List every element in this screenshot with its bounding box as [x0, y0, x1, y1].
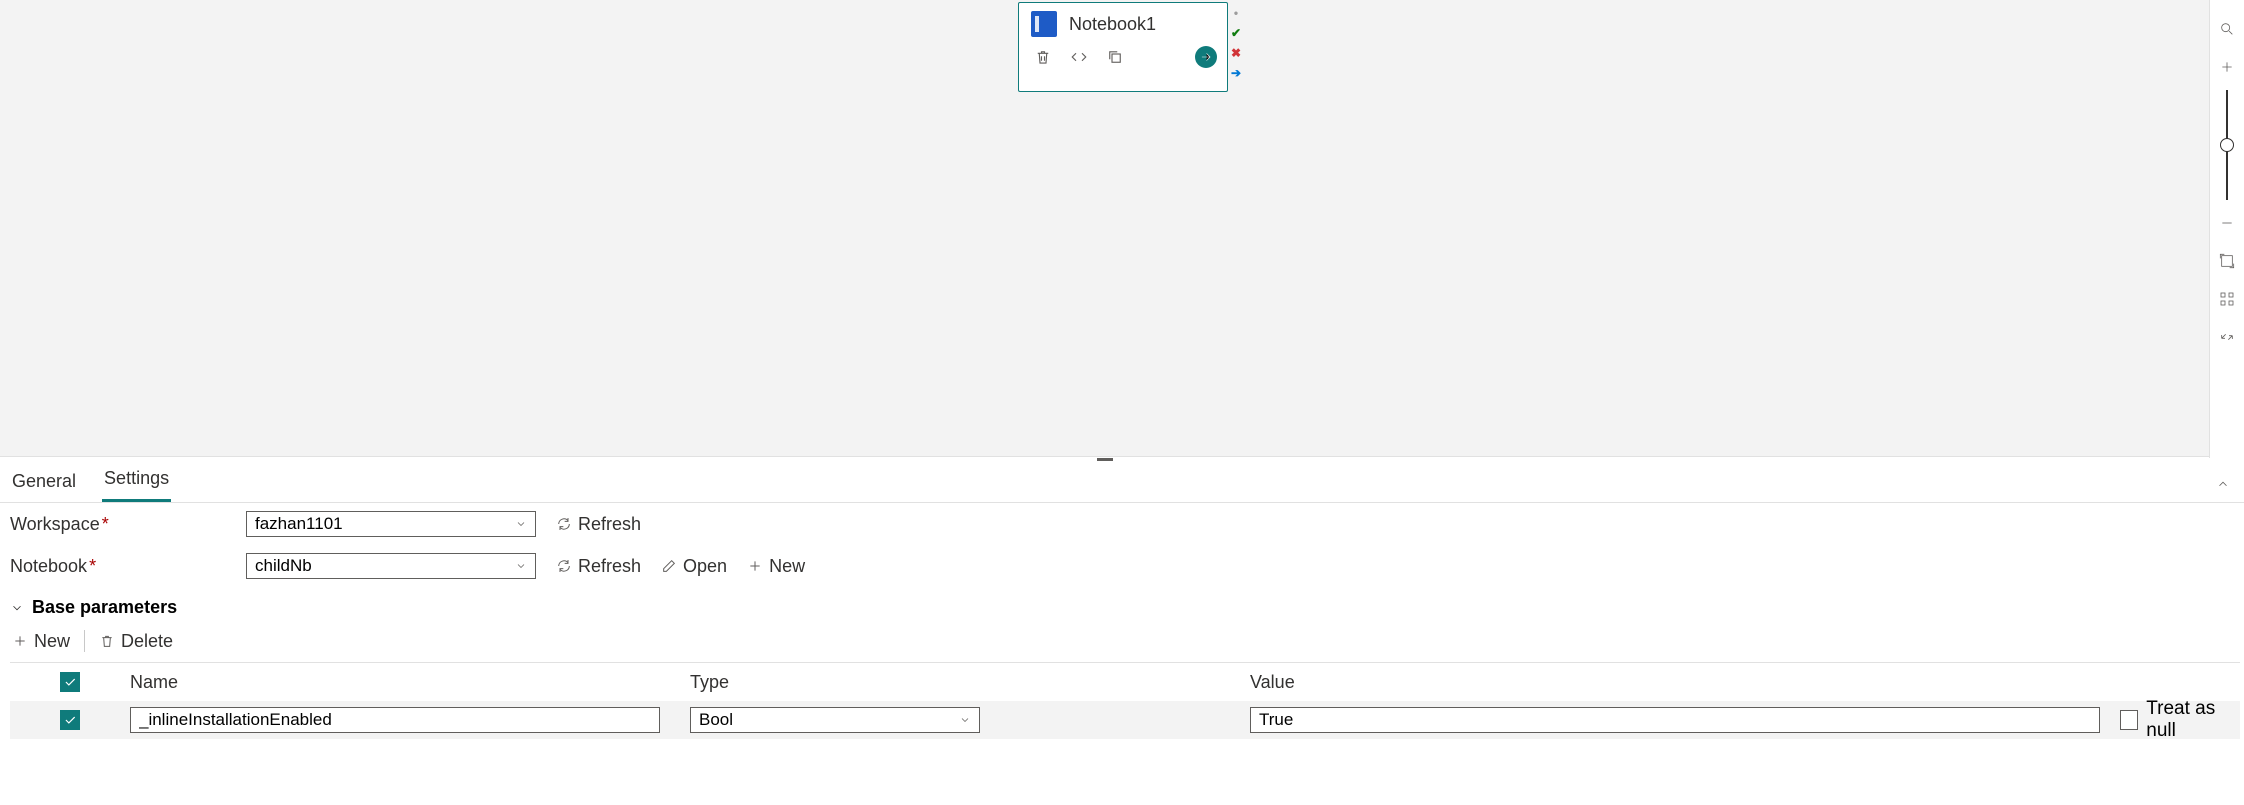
collapse-panel-icon[interactable]: [2216, 475, 2230, 497]
fit-to-screen-icon[interactable]: [2210, 242, 2244, 280]
notebook-row: Notebook* childNb Refresh Open New: [0, 545, 2244, 587]
splitter-grip-icon: [1097, 458, 1113, 461]
trash-icon: [99, 633, 115, 649]
param-type-select[interactable]: Bool: [690, 707, 980, 733]
chevron-down-icon: [959, 714, 971, 726]
chevron-down-icon: [10, 601, 24, 615]
table-row: Bool Treat as null: [10, 701, 2240, 739]
connector-success-icon[interactable]: ✔: [1229, 26, 1243, 40]
param-value-input[interactable]: [1250, 707, 2100, 733]
panel-tabs: General Settings: [0, 463, 2244, 503]
search-icon[interactable]: [2210, 10, 2244, 48]
new-param-button[interactable]: New: [12, 631, 70, 652]
param-table: Name Type Value Bool: [10, 662, 2240, 739]
activity-header: Notebook1: [1019, 3, 1227, 41]
properties-panel: General Settings Workspace* fazhan1101 R…: [0, 462, 2244, 805]
activity-actions: [1019, 41, 1227, 77]
treat-as-null-label: Treat as null: [2146, 698, 2240, 742]
select-all-checkbox[interactable]: [60, 672, 80, 692]
run-icon[interactable]: [1195, 46, 1217, 68]
workspace-dropdown[interactable]: fazhan1101: [246, 511, 536, 537]
zoom-handle[interactable]: [2220, 138, 2234, 152]
notebook-label: Notebook*: [10, 556, 246, 577]
zoom-out-icon[interactable]: [2210, 204, 2244, 242]
refresh-icon: [556, 516, 572, 532]
activity-node[interactable]: Notebook1: [1018, 2, 1228, 92]
notebook-value: childNb: [255, 556, 312, 576]
zoom-slider[interactable]: [2226, 90, 2228, 200]
activity-title: Notebook1: [1069, 14, 1156, 35]
code-icon[interactable]: [1067, 45, 1091, 69]
refresh-workspace-button[interactable]: Refresh: [556, 514, 641, 535]
refresh-icon: [556, 558, 572, 574]
plus-icon: [12, 633, 28, 649]
workspace-row: Workspace* fazhan1101 Refresh: [0, 503, 2244, 545]
connector-completion-icon[interactable]: ➔: [1229, 66, 1243, 80]
connector-fail-icon[interactable]: ✖: [1229, 46, 1243, 60]
new-notebook-button[interactable]: New: [747, 556, 805, 577]
minimize-icon[interactable]: [2210, 318, 2244, 356]
connector-strip: • ✔ ✖ ➔: [1229, 0, 1245, 86]
param-actions: New Delete: [0, 624, 2244, 662]
workspace-value: fazhan1101: [255, 514, 343, 534]
workspace-label: Workspace*: [10, 514, 246, 535]
plus-icon: [747, 558, 763, 574]
notebook-dropdown[interactable]: childNb: [246, 553, 536, 579]
base-parameters-header[interactable]: Base parameters: [0, 587, 2244, 624]
layout-icon[interactable]: [2210, 280, 2244, 318]
row-checkbox[interactable]: [60, 710, 80, 730]
refresh-notebook-button[interactable]: Refresh: [556, 556, 641, 577]
column-name: Name: [130, 672, 690, 693]
edit-icon: [661, 558, 677, 574]
connector-skip-icon[interactable]: •: [1229, 6, 1243, 20]
param-name-input[interactable]: [130, 707, 660, 733]
copy-icon[interactable]: [1103, 45, 1127, 69]
action-divider: [84, 630, 85, 652]
chevron-down-icon: [515, 560, 527, 572]
delete-param-button[interactable]: Delete: [99, 631, 173, 652]
open-notebook-button[interactable]: Open: [661, 556, 727, 577]
column-value: Value: [1250, 672, 2120, 693]
treat-as-null-checkbox[interactable]: [2120, 710, 2138, 730]
table-header: Name Type Value: [10, 663, 2240, 701]
column-type: Type: [690, 672, 1250, 693]
canvas-toolbar: [2209, 0, 2244, 458]
zoom-in-icon[interactable]: [2210, 48, 2244, 86]
delete-icon[interactable]: [1031, 45, 1055, 69]
pipeline-canvas[interactable]: Notebook1 • ✔ ✖ ➔: [0, 0, 2209, 458]
tab-settings[interactable]: Settings: [102, 460, 171, 502]
tab-general[interactable]: General: [10, 463, 78, 502]
chevron-down-icon: [515, 518, 527, 530]
notebook-icon: [1031, 11, 1057, 37]
